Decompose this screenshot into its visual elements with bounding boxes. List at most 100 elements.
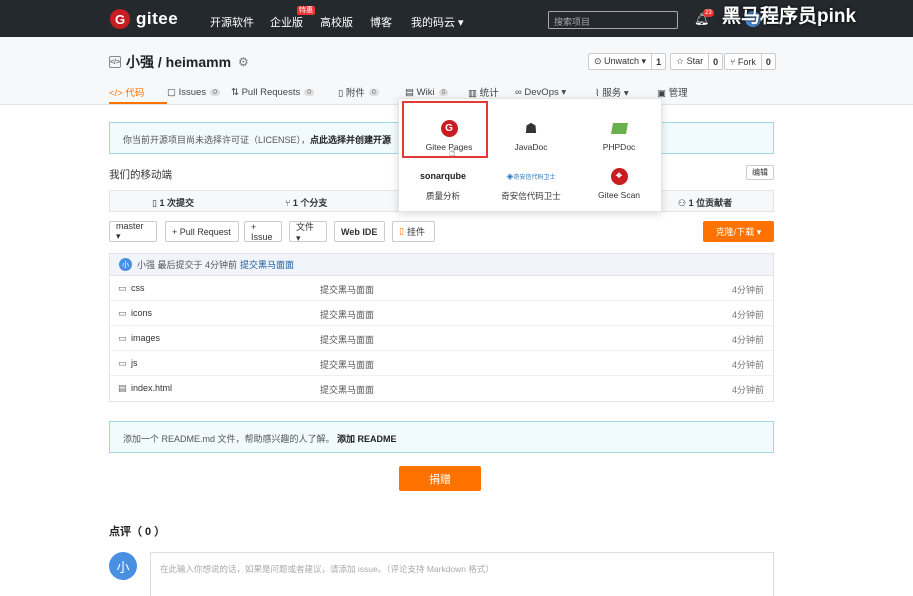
file-time: 4分钟前 — [731, 385, 764, 395]
service-label: PHPDoc — [602, 142, 636, 152]
tab-label: ⇅ Pull Requests — [231, 86, 301, 98]
nav-blog[interactable]: 博客 — [370, 14, 392, 30]
web-ide-button[interactable]: Web IDE — [334, 221, 385, 242]
tab-label: ▥ 统计 — [468, 88, 499, 99]
add-readme-link[interactable]: 添加 README — [337, 434, 397, 444]
new-pull-request-button[interactable]: + Pull Request — [165, 221, 239, 242]
comment-input[interactable]: 在此输入你想说的话，如果是问题或者建议，请添加 issue。（评论支持 Mark… — [150, 552, 774, 596]
file-time: 4分钟前 — [731, 335, 764, 345]
table-row[interactable]: ▭ js 提交黑马面面 4分钟前 — [110, 351, 773, 376]
star-button[interactable]: ☆ Star 0 — [670, 53, 724, 70]
notification-count: 23 — [703, 9, 714, 17]
file-commit-message[interactable]: 提交黑马面面 — [320, 333, 374, 346]
contributors-stat[interactable]: ⚇ 1 位贡献者 — [678, 196, 732, 209]
folder-icon: ▭ — [118, 358, 127, 368]
files-dropdown[interactable]: 文件 ▾ — [289, 221, 327, 243]
file-time: 4分钟前 — [731, 285, 764, 295]
star-count: 0 — [708, 54, 722, 69]
file-name[interactable]: css — [131, 283, 145, 293]
phpdoc-icon — [610, 119, 628, 137]
commit-author-line: 小强 最后提交于 4分钟前 — [137, 260, 238, 270]
nav-enterprise[interactable]: 企业版 — [270, 14, 303, 30]
file-name[interactable]: images — [131, 333, 160, 343]
file-commit-message[interactable]: 提交黑马面面 — [320, 283, 374, 296]
tab-count: 0 — [304, 88, 315, 96]
search-input[interactable]: 搜索项目 — [548, 11, 678, 29]
table-row[interactable]: ▭ images 提交黑马面面 4分钟前 — [110, 326, 773, 351]
fork-button[interactable]: ⑂ Fork 0 — [724, 53, 776, 70]
tab-issues[interactable]: ▢ Issues 0 — [167, 84, 231, 100]
reviews-title: 点评（ 0 ） — [109, 526, 166, 538]
edit-description-button[interactable]: 编辑 — [746, 165, 774, 180]
file-commit-message[interactable]: 提交黑马面面 — [320, 358, 374, 371]
sonarqube-logo-icon: sonarqube — [419, 171, 466, 181]
readme-notice-text: 添加一个 README.md 文件，帮助感兴趣的人了解。 — [123, 434, 335, 444]
logo-text: gitee — [136, 9, 179, 28]
tab-label: ▤ Wiki — [405, 86, 435, 98]
contributors-count: 1 位贡献者 — [688, 198, 733, 208]
table-row[interactable]: ▤ index.html 提交黑马面面 4分钟前 — [110, 376, 773, 401]
file-name[interactable]: js — [131, 358, 138, 368]
file-time: 4分钟前 — [731, 310, 764, 320]
table-row[interactable]: ▭ css 提交黑马面面 4分钟前 — [110, 276, 773, 301]
tab-label: </> 代码 — [109, 87, 145, 99]
commits-count: 1 次提交 — [159, 198, 194, 208]
license-notice-link[interactable]: 点此选择并创建开源 — [310, 135, 391, 145]
gitee-logo[interactable]: G gitee — [110, 9, 178, 29]
file-list: 小 小强 最后提交于 4分钟前 提交黑马面面 ▭ css 提交黑马面面 4分钟前… — [109, 253, 774, 402]
file-name[interactable]: index.html — [131, 383, 172, 393]
qianxin-logo-text: 奇安信代码卫士 — [513, 174, 556, 181]
tab-count: 0 — [210, 88, 220, 96]
service-qianxin[interactable]: ◈ 奇安信代码卫士 奇安信代码卫士 — [487, 167, 575, 202]
commit-message-link[interactable]: 提交黑马面面 — [240, 258, 294, 271]
tab-pull-requests[interactable]: ⇅ Pull Requests 0 — [231, 84, 338, 100]
tab-label: ▯ 附件 — [338, 88, 365, 99]
service-label: JavaDoc — [514, 142, 548, 152]
gitee-scan-icon: ⌖ — [610, 167, 628, 185]
tab-manage[interactable]: ▣ 管理 — [657, 84, 707, 100]
service-quality-analysis[interactable]: sonarqube 质量分析 — [399, 167, 487, 202]
gitee-logo-icon: G — [110, 9, 130, 29]
top-navbar: G gitee 开源软件 企业版 特惠 高校版 博客 我的码云 ▾ 搜索项目 🔔… — [0, 0, 913, 37]
table-row[interactable]: ▭ icons 提交黑马面面 4分钟前 — [110, 301, 773, 326]
watch-count: 1 — [651, 54, 665, 69]
new-issue-button[interactable]: + Issue — [244, 221, 282, 242]
folder-icon: ▭ — [118, 333, 127, 343]
repo-header: </> 小强 / heimamm ⚙ ⊙ Unwatch ▾ 1 ☆ Star … — [0, 37, 913, 105]
branches-stat[interactable]: ⑂ 1 个分支 — [285, 196, 327, 209]
file-icon: ▤ — [118, 383, 127, 393]
nav-my-gitee[interactable]: 我的码云 ▾ — [411, 14, 464, 30]
service-phpdoc[interactable]: PHPDoc — [575, 119, 663, 152]
repo-title: </> 小强 / heimamm ⚙ — [109, 52, 249, 72]
donate-button[interactable]: 捐赠 — [399, 466, 481, 491]
file-name[interactable]: icons — [131, 308, 152, 318]
clone-download-button[interactable]: 克隆/下载 ▾ — [703, 221, 774, 242]
commit-author-avatar[interactable]: 小 — [119, 258, 132, 271]
fork-count: 0 — [760, 54, 775, 69]
file-commit-message[interactable]: 提交黑马面面 — [320, 383, 374, 396]
tab-count: 0 — [368, 88, 379, 96]
nav-open-source[interactable]: 开源软件 — [210, 14, 254, 30]
javadoc-icon: ☗ — [524, 119, 538, 136]
widget-button[interactable]: ▯ 挂件 — [392, 221, 435, 242]
contributors-icon: ⚇ — [678, 198, 689, 208]
settings-gear-icon[interactable]: ⚙ — [238, 55, 249, 69]
service-javadoc[interactable]: ☗ JavaDoc — [487, 119, 575, 153]
folder-icon: ▭ — [118, 308, 127, 318]
service-label: 质量分析 — [425, 191, 460, 201]
service-gitee-scan[interactable]: ⌖ Gitee Scan — [575, 167, 663, 200]
nav-education[interactable]: 高校版 — [320, 14, 353, 30]
tab-attachments[interactable]: ▯ 附件 0 — [338, 84, 405, 100]
branch-select[interactable]: master ▾ — [109, 221, 157, 242]
fork-label: ⑂ Fork — [730, 56, 756, 67]
service-label: Gitee Scan — [597, 190, 641, 200]
star-label: ☆ Star — [676, 56, 704, 66]
widget-label: 挂件 — [406, 227, 425, 237]
unwatch-button[interactable]: ⊙ Unwatch ▾ 1 — [588, 53, 667, 70]
commits-stat[interactable]: ▯ 1 次提交 — [152, 196, 194, 209]
hand-cursor-icon: ☝ — [449, 147, 456, 159]
tab-label: ∞ DevOps ▾ — [515, 86, 567, 98]
tab-code[interactable]: </> 代码 — [109, 84, 167, 104]
file-commit-message[interactable]: 提交黑马面面 — [320, 308, 374, 321]
repo-name[interactable]: 小强 / heimamm — [126, 52, 231, 72]
